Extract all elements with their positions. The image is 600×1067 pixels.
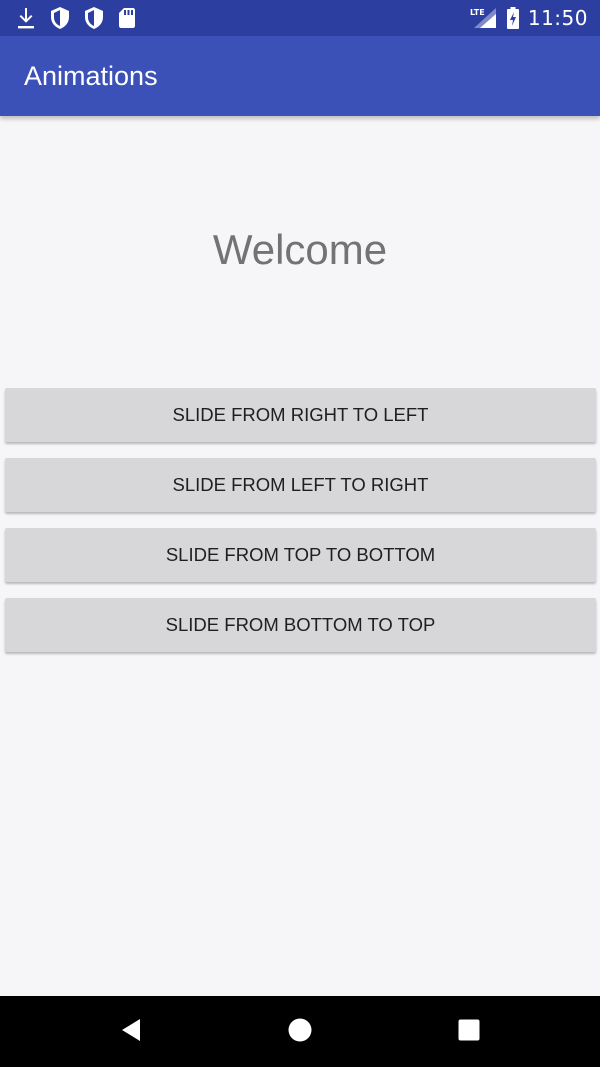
main-content: Welcome SLIDE FROM RIGHT TO LEFT SLIDE F… <box>0 116 600 996</box>
battery-charging-icon <box>506 6 520 30</box>
recents-icon <box>457 1018 481 1047</box>
sd-card-icon <box>118 6 136 30</box>
app-title: Animations <box>24 61 158 91</box>
home-button[interactable] <box>282 1014 318 1050</box>
app-bar: Animations <box>0 36 600 116</box>
slide-top-to-bottom-button[interactable]: SLIDE FROM TOP TO BOTTOM <box>5 528 596 582</box>
back-button[interactable] <box>113 1014 149 1050</box>
welcome-text: Welcome <box>212 226 388 273</box>
slide-left-to-right-button[interactable]: SLIDE FROM LEFT TO RIGHT <box>5 458 596 512</box>
shield-icon <box>50 6 70 30</box>
status-bar: LTE 11:50 <box>0 0 600 36</box>
recents-button[interactable] <box>451 1014 487 1050</box>
slide-bottom-to-top-button[interactable]: SLIDE FROM BOTTOM TO TOP <box>5 598 596 652</box>
network-type-label: LTE <box>470 8 485 17</box>
status-right-icons: LTE 11:50 <box>470 4 588 32</box>
slide-right-to-left-button[interactable]: SLIDE FROM RIGHT TO LEFT <box>5 388 596 442</box>
download-icon <box>16 6 36 30</box>
signal-icon: LTE <box>470 6 498 30</box>
navigation-bar <box>0 996 600 1067</box>
shield-icon <box>84 6 104 30</box>
clock: 11:50 <box>527 6 588 30</box>
back-icon <box>119 1017 143 1048</box>
status-left-icons <box>16 6 136 30</box>
home-icon <box>287 1017 313 1048</box>
